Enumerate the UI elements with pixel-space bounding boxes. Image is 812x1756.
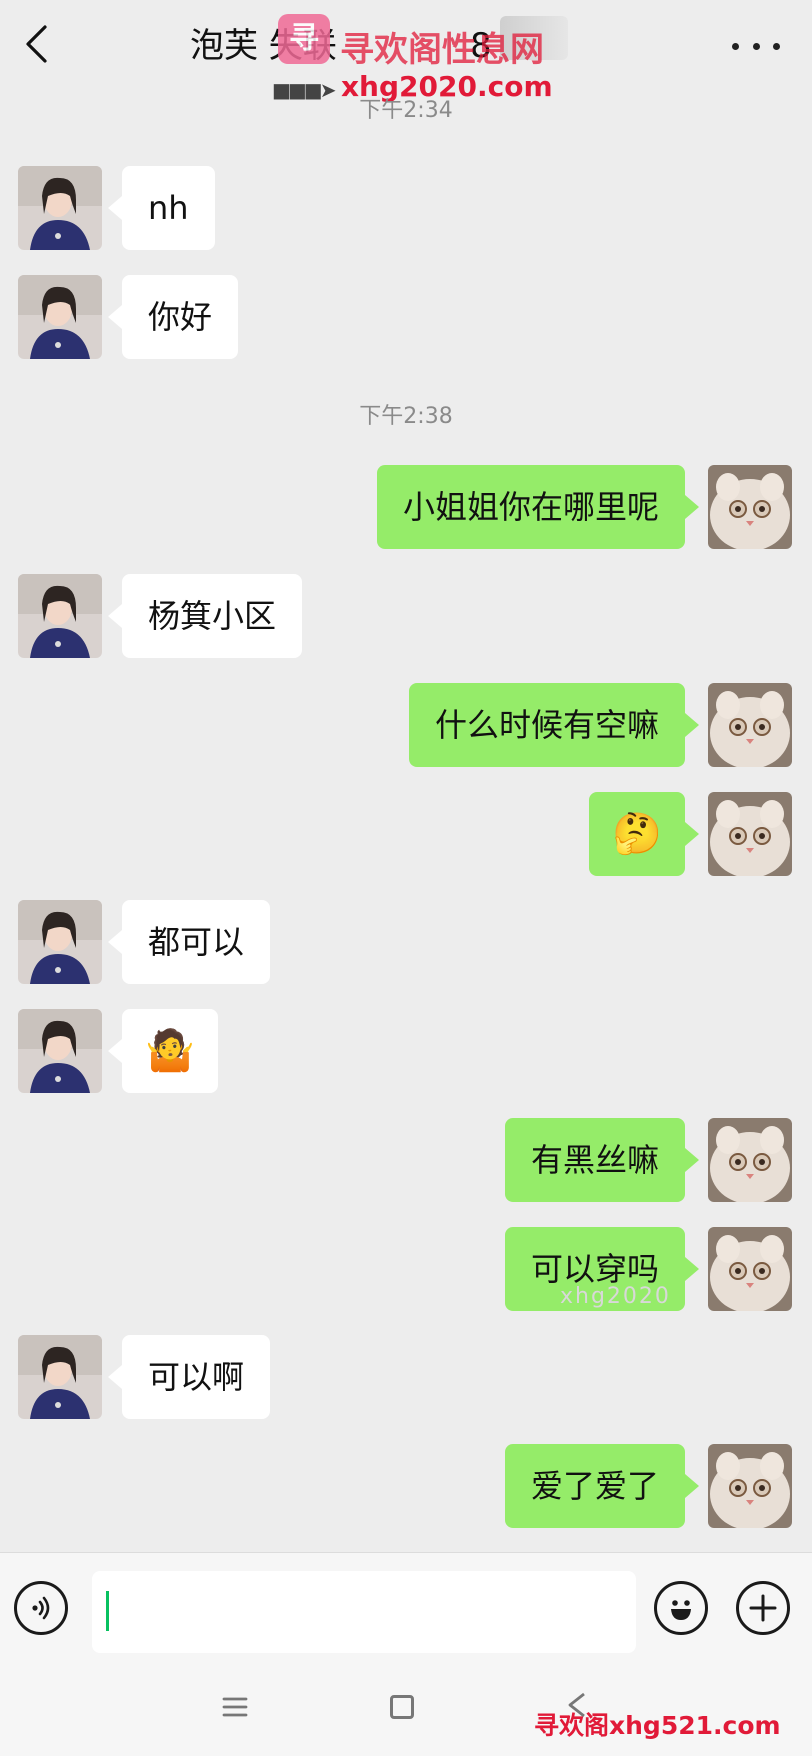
emoji-button[interactable] [654, 1581, 708, 1635]
my-avatar[interactable] [708, 465, 792, 549]
chat-header: 泡芙 失联 8 寻 寻欢阁性息网 ■■■➤ xhg2020.com [0, 0, 812, 103]
more-dot [752, 42, 760, 50]
outgoing-message[interactable]: 什么时候有空嘛 [408, 683, 700, 767]
thinking-emoji-icon: 🤔 [612, 811, 662, 857]
my-avatar[interactable] [708, 792, 792, 876]
my-avatar[interactable] [708, 1118, 792, 1202]
plus-icon [749, 1594, 777, 1622]
text-caret [106, 1591, 109, 1631]
contact-avatar[interactable] [18, 1335, 102, 1419]
watermark-site-name: 寻欢阁性息网 [340, 30, 544, 70]
message-row: 🤷 [0, 1009, 812, 1093]
watermark-middle: xhg2020 [560, 1284, 671, 1309]
chevron-left-icon [26, 25, 47, 63]
outgoing-message[interactable]: 有黑丝嘛 [504, 1118, 700, 1202]
timestamp: 下午2:34 [359, 98, 453, 123]
incoming-message[interactable]: 可以啊 [107, 1335, 271, 1419]
more-functions-button[interactable] [736, 1581, 790, 1635]
message-list[interactable]: 下午2:34 nh 你好 下午2:38 小姐姐你在哪里呢 杨箕小区 什么时候有空… [0, 92, 812, 1552]
contact-avatar[interactable] [18, 1009, 102, 1093]
more-button[interactable] [732, 28, 780, 64]
back-button[interactable] [14, 22, 58, 66]
message-row: 可以穿吗 [0, 1227, 812, 1311]
outgoing-message[interactable]: 爱了爱了 [504, 1444, 700, 1528]
my-avatar[interactable] [708, 1227, 792, 1311]
more-dot [773, 42, 780, 50]
my-avatar[interactable] [708, 683, 792, 767]
voice-button[interactable] [14, 1581, 68, 1635]
message-row: 🤔 [0, 792, 812, 876]
my-avatar[interactable] [708, 1444, 792, 1528]
menu-icon[interactable] [220, 1692, 250, 1722]
outgoing-message[interactable]: 小姐姐你在哪里呢 [376, 465, 700, 549]
input-bar [0, 1552, 812, 1665]
contact-avatar[interactable] [18, 574, 102, 658]
incoming-message[interactable]: 都可以 [107, 900, 271, 984]
message-row: 爱了爱了 [0, 1444, 812, 1528]
watermark-logo: 寻 [278, 14, 330, 64]
incoming-emoji-message[interactable]: 🤷 [108, 1009, 218, 1093]
message-row: 杨箕小区 [0, 574, 812, 658]
message-row: 小姐姐你在哪里呢 [0, 465, 812, 549]
smiley-icon [671, 1600, 691, 1620]
watermark-bottom: 寻欢阁xhg521.com [534, 1711, 781, 1740]
home-square-icon[interactable] [390, 1695, 414, 1719]
message-row: 你好 [0, 275, 812, 359]
incoming-message[interactable]: 杨箕小区 [107, 574, 303, 658]
contact-avatar[interactable] [18, 900, 102, 984]
message-row: 什么时候有空嘛 [0, 683, 812, 767]
contact-avatar[interactable] [18, 275, 102, 359]
incoming-message[interactable]: nh [108, 166, 215, 250]
voice-icon [32, 1596, 50, 1620]
message-input[interactable] [92, 1571, 636, 1653]
incoming-message[interactable]: 你好 [107, 275, 239, 359]
message-row: 都可以 [0, 900, 812, 984]
message-row: 有黑丝嘛 [0, 1118, 812, 1202]
outgoing-emoji-message[interactable]: 🤔 [589, 792, 699, 876]
timestamp: 下午2:38 [359, 404, 453, 429]
more-dots-icon [732, 42, 739, 50]
shrug-emoji-icon: 🤷 [145, 1028, 195, 1074]
contact-avatar[interactable] [18, 166, 102, 250]
message-row: nh [0, 166, 812, 250]
message-row: 可以啊 [0, 1335, 812, 1419]
